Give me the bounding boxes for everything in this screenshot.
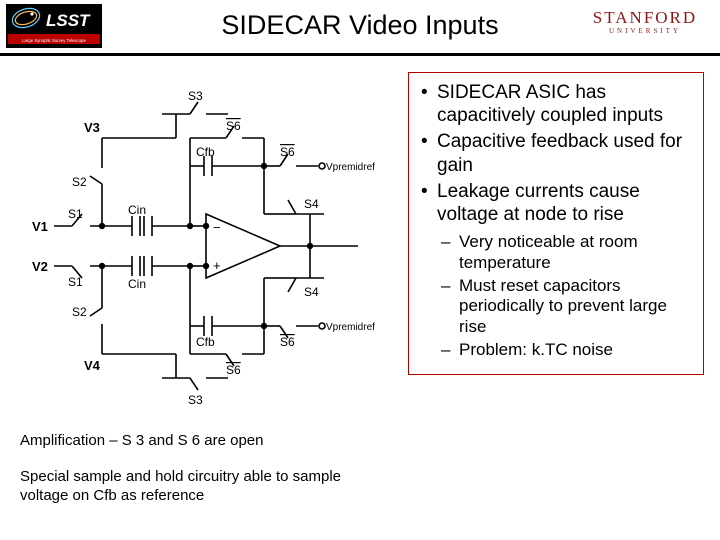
svg-text:Cfb: Cfb: [196, 335, 215, 349]
svg-text:V4: V4: [84, 358, 101, 373]
svg-text:S1: S1: [68, 275, 83, 289]
svg-text:V1: V1: [32, 219, 48, 234]
svg-text:Cin: Cin: [128, 277, 146, 291]
bullet-main: SIDECAR ASIC has capacitively coupled in…: [417, 81, 695, 127]
divider: [0, 53, 720, 56]
svg-text:S4: S4: [304, 197, 319, 211]
svg-text:S3: S3: [188, 89, 203, 103]
stanford-name: STANFORD: [580, 8, 710, 28]
svg-text:S1: S1: [68, 207, 83, 221]
svg-text:S2: S2: [72, 175, 87, 189]
svg-text:S2: S2: [72, 305, 87, 319]
caption-amplification: Amplification – S 3 and S 6 are open: [20, 432, 264, 449]
bullet-sub: Must reset capacitors periodically to pr…: [441, 276, 695, 338]
bullet-main: Capacitive feedback used for gain: [417, 130, 695, 176]
svg-text:V3: V3: [84, 120, 100, 135]
svg-text:Vpremidref: Vpremidref: [326, 162, 375, 173]
svg-text:S6: S6: [226, 363, 241, 377]
header: LSST Large Synoptic Survey Telescope SID…: [0, 0, 720, 56]
svg-text:S6: S6: [226, 119, 241, 133]
svg-text:Vpremidref: Vpremidref: [326, 322, 375, 333]
svg-text:S6: S6: [280, 335, 295, 349]
svg-text:S4: S4: [304, 285, 319, 299]
svg-text:+: +: [213, 258, 221, 273]
caption-sample-hold: Special sample and hold circuitry able t…: [20, 468, 360, 506]
circuit-diagram: − +: [28, 74, 376, 418]
svg-text:−: −: [213, 220, 221, 235]
bullet-box: SIDECAR ASIC has capacitively coupled in…: [408, 72, 704, 375]
svg-text:S6: S6: [280, 145, 295, 159]
svg-text:Cfb: Cfb: [196, 145, 215, 159]
svg-text:V2: V2: [32, 259, 48, 274]
bullet-main: Leakage currents cause voltage at node t…: [417, 180, 695, 226]
stanford-logo: STANFORD UNIVERSITY: [580, 8, 710, 35]
svg-text:S3: S3: [188, 393, 203, 407]
bullet-sub: Very noticeable at room temperature: [441, 232, 695, 273]
stanford-sub: UNIVERSITY: [580, 27, 710, 35]
bullet-sub: Problem: k.TC noise: [441, 340, 695, 361]
svg-text:Cin: Cin: [128, 203, 146, 217]
